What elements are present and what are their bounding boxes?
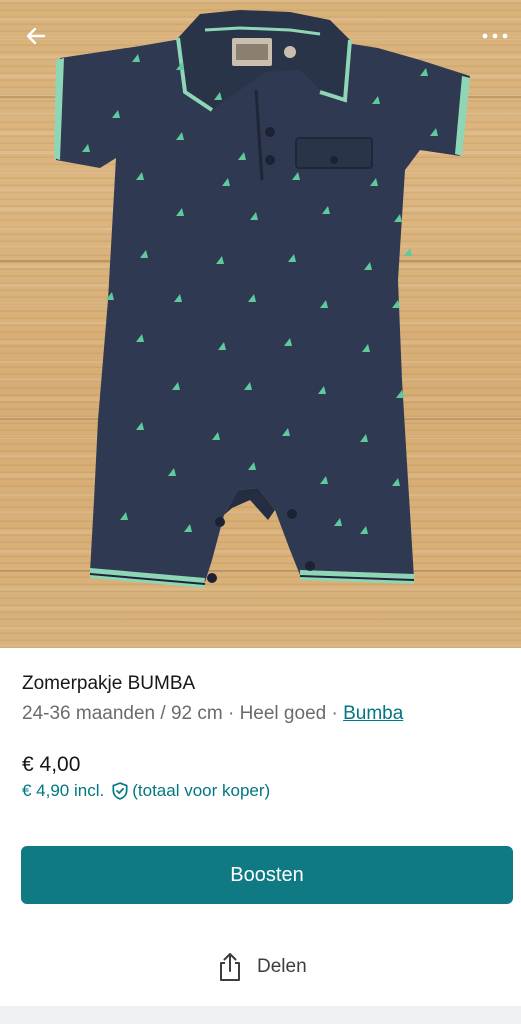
share-label: Delen: [257, 956, 307, 977]
bottom-divider: [0, 1006, 521, 1024]
boost-button[interactable]: Boosten: [21, 846, 513, 904]
arrow-left-icon: [26, 27, 46, 45]
price-incl-value: € 4,90 incl.: [22, 781, 105, 800]
item-size: 24-36 maanden / 92 cm: [22, 703, 223, 724]
item-title: Zomerpakje BUMBA: [22, 673, 196, 694]
share-button[interactable]: Delen: [215, 948, 325, 986]
separator: ·: [222, 703, 240, 724]
item-condition: Heel goed: [239, 703, 327, 724]
price-incl-note: (totaal voor koper): [132, 781, 271, 800]
back-button[interactable]: [18, 18, 54, 54]
more-horizontal-icon: [482, 33, 508, 39]
romper-image: [54, 10, 470, 588]
product-photo[interactable]: [0, 0, 521, 648]
item-price: € 4,00: [22, 753, 81, 776]
buyer-protection-price[interactable]: € 4,90 incl. (totaal voor koper): [22, 781, 270, 801]
more-options-button[interactable]: [477, 18, 513, 54]
shield-check-icon: [112, 782, 128, 800]
share-icon: [220, 953, 240, 981]
item-attributes: 24-36 maanden / 92 cm · Heel goed · Bumb…: [22, 703, 403, 725]
brand-link[interactable]: Bumba: [343, 703, 403, 724]
separator: ·: [326, 703, 344, 724]
